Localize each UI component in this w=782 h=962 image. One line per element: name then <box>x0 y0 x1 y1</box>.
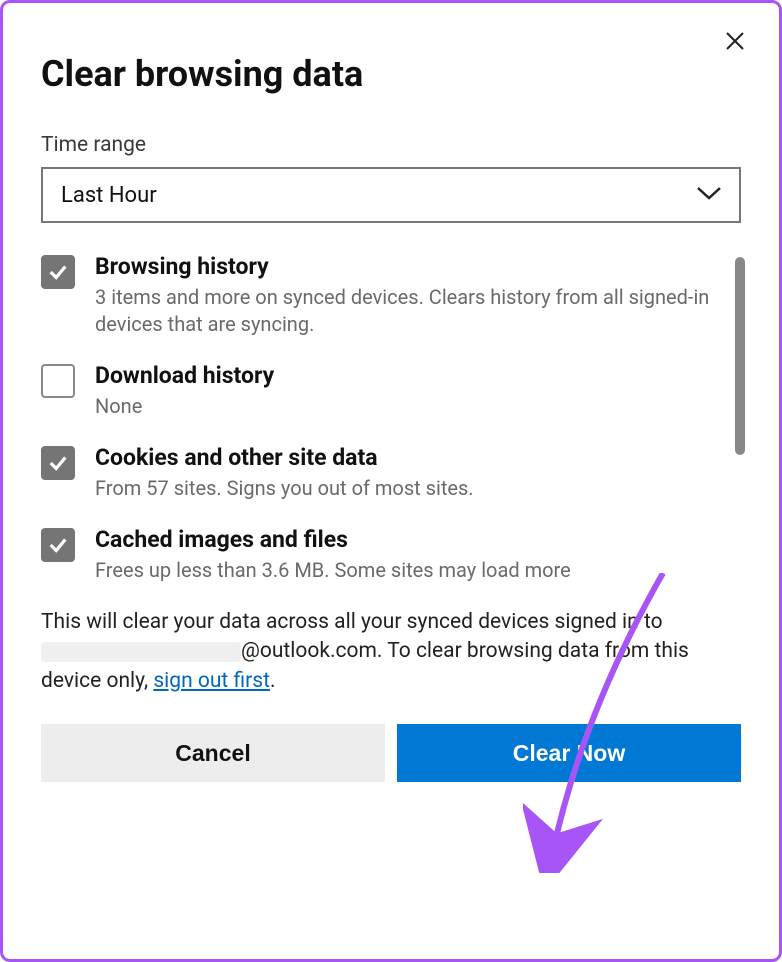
option-download-history: Download history None <box>41 362 741 420</box>
scrollbar[interactable] <box>735 257 745 455</box>
close-button[interactable] <box>719 25 751 57</box>
option-desc: 3 items and more on synced devices. Clea… <box>95 284 715 338</box>
checkbox-cookies[interactable] <box>41 446 75 480</box>
footer-email-suffix: @outlook.com <box>241 639 377 663</box>
sync-notice: This will clear your data across all you… <box>41 608 741 696</box>
option-browsing-history: Browsing history 3 items and more on syn… <box>41 253 741 338</box>
clear-now-button[interactable]: Clear Now <box>397 724 741 782</box>
redacted-email <box>41 642 241 662</box>
check-icon <box>47 452 69 474</box>
checkbox-download-history[interactable] <box>41 364 75 398</box>
option-desc: From 57 sites. Signs you out of most sit… <box>95 475 715 502</box>
check-icon <box>47 261 69 283</box>
footer-text-after: . <box>270 669 276 693</box>
options-list: Browsing history 3 items and more on syn… <box>41 253 741 584</box>
option-title: Browsing history <box>95 253 715 280</box>
checkbox-browsing-history[interactable] <box>41 255 75 289</box>
sign-out-link[interactable]: sign out first <box>153 669 270 693</box>
option-desc: None <box>95 393 715 420</box>
checkbox-cached[interactable] <box>41 528 75 562</box>
time-range-value: Last Hour <box>61 183 157 208</box>
option-desc: Frees up less than 3.6 MB. Some sites ma… <box>95 557 715 584</box>
close-icon <box>723 29 747 53</box>
button-row: Cancel Clear Now <box>41 724 741 782</box>
dialog-frame: Clear browsing data Time range Last Hour… <box>0 0 782 962</box>
time-range-select[interactable]: Last Hour <box>41 167 741 223</box>
option-title: Cookies and other site data <box>95 444 715 471</box>
footer-text-before: This will clear your data across all you… <box>41 610 663 634</box>
option-cached: Cached images and files Frees up less th… <box>41 526 741 584</box>
check-icon <box>47 534 69 556</box>
dialog-title: Clear browsing data <box>41 53 741 95</box>
chevron-down-icon <box>695 184 723 206</box>
cancel-button[interactable]: Cancel <box>41 724 385 782</box>
option-title: Cached images and files <box>95 526 715 553</box>
time-range-label: Time range <box>41 133 741 157</box>
option-title: Download history <box>95 362 715 389</box>
option-cookies: Cookies and other site data From 57 site… <box>41 444 741 502</box>
